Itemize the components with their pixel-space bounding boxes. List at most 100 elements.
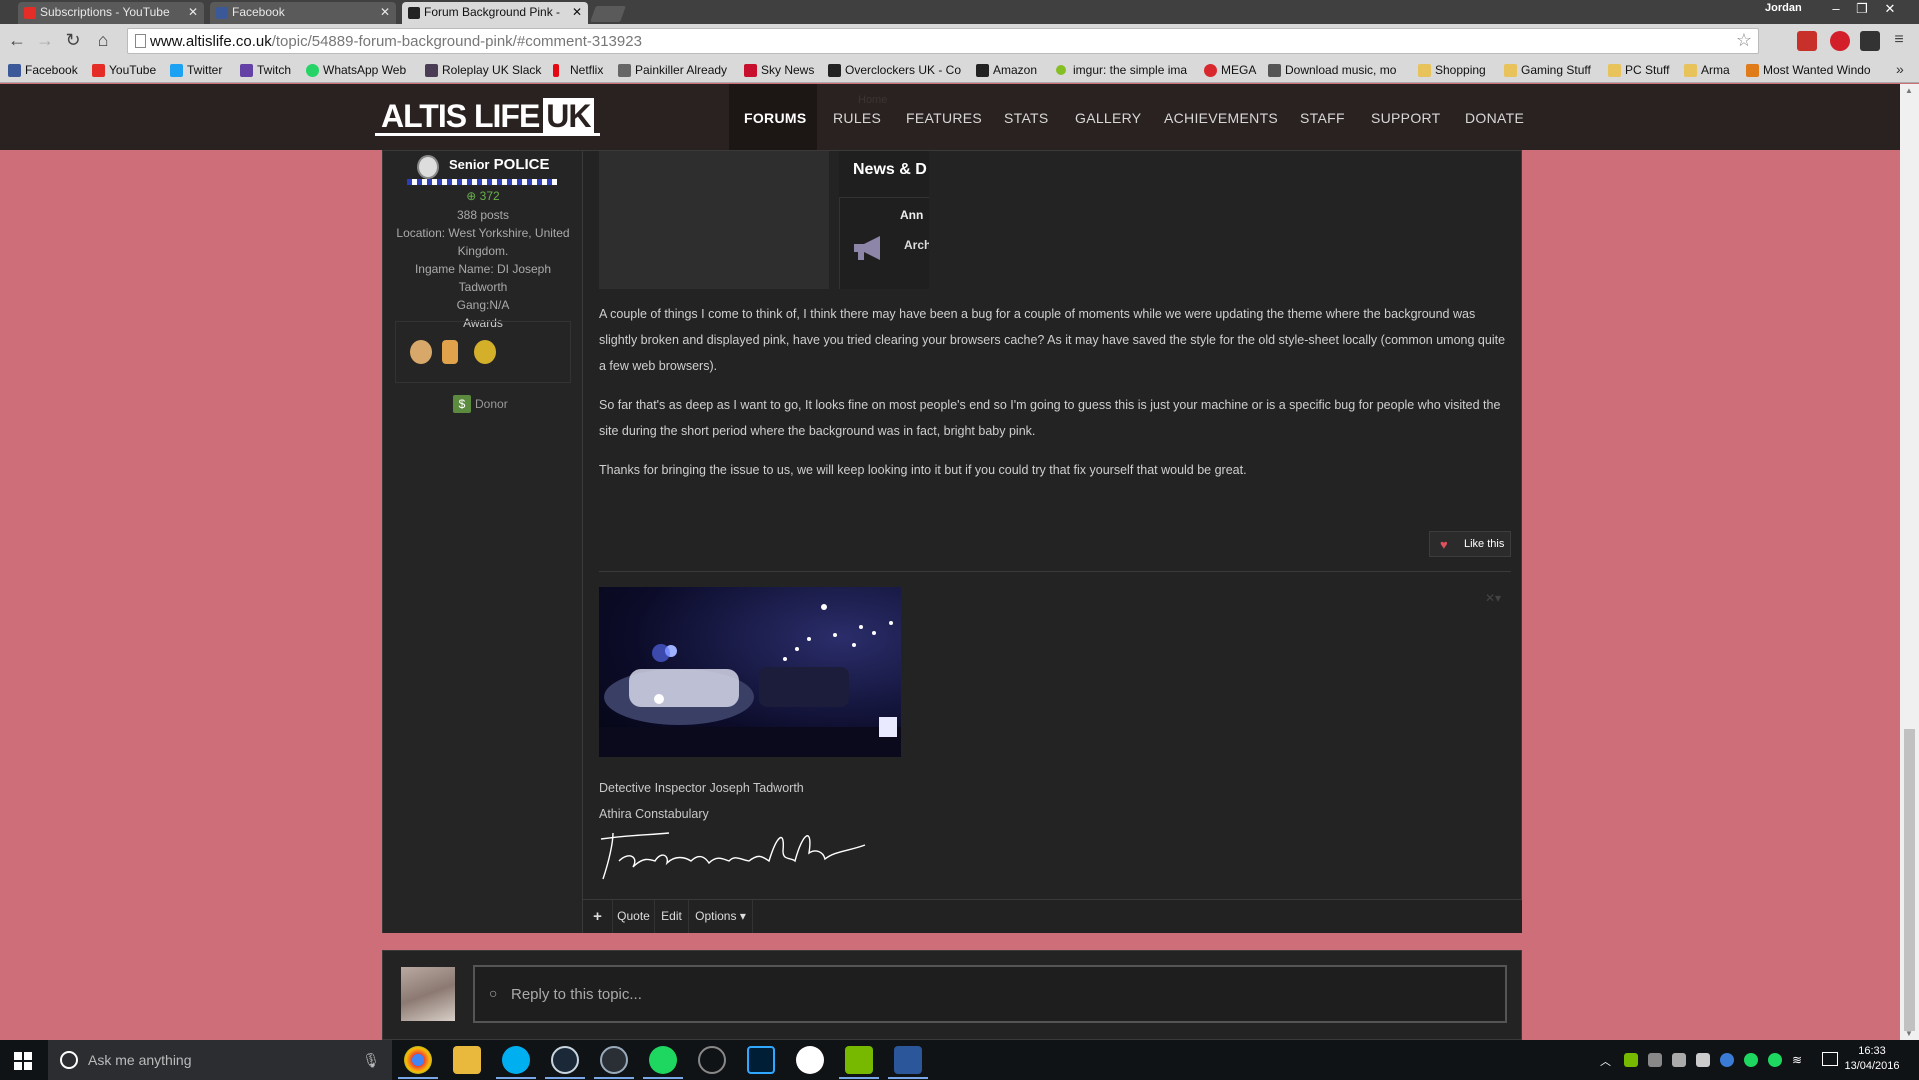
bookmark-folder-gaming[interactable]: Gaming Stuff [1504, 63, 1591, 77]
system-clock[interactable]: 16:33 13/04/2016 [1842, 1044, 1902, 1074]
award-officer-icon[interactable] [410, 340, 432, 364]
bookmark-painkiller[interactable]: Painkiller Already [618, 63, 727, 77]
nav-achievements[interactable]: ACHIEVEMENTS [1164, 110, 1278, 126]
steam-icon[interactable] [551, 1046, 579, 1074]
bookmark-netflix[interactable]: Netflix [553, 63, 603, 77]
windows-start-icon[interactable] [14, 1052, 32, 1070]
bookmark-download[interactable]: Download music, mo [1268, 63, 1396, 77]
bookmark-folder-arma[interactable]: Arma [1684, 63, 1730, 77]
spotify-tray-icon[interactable] [1768, 1053, 1782, 1067]
amazon-icon [976, 64, 989, 77]
nav-stats[interactable]: STATS [1004, 110, 1049, 126]
nav-gallery[interactable]: GALLERY [1075, 110, 1141, 126]
close-icon[interactable]: ✕ [380, 5, 390, 19]
bookmark-mega[interactable]: MEGA [1204, 63, 1256, 77]
tray-overflow-icon[interactable]: ︿ [1600, 1053, 1614, 1068]
tab-facebook[interactable]: Facebook ✕ [210, 2, 396, 24]
quote-button[interactable]: Quote [613, 900, 655, 933]
bookmark-twitter[interactable]: Twitter [170, 63, 222, 77]
bookmark-imgur[interactable]: imgur: the simple ima [1056, 63, 1187, 77]
site-logo[interactable]: ALTIS LIFE UK [375, 96, 600, 136]
extension-icon[interactable] [1860, 31, 1880, 51]
action-center-icon[interactable] [1822, 1052, 1838, 1066]
app-icon[interactable] [698, 1046, 726, 1074]
address-bar[interactable]: www.altislife.co.uk/topic/54889-forum-ba… [127, 28, 1759, 54]
tray-app-icon[interactable] [1720, 1053, 1734, 1067]
microphone-icon[interactable]: 🎙 [362, 1052, 380, 1069]
scroll-thumb[interactable] [1904, 729, 1915, 1031]
new-tab-button[interactable] [590, 6, 626, 22]
nvidia-icon[interactable] [845, 1046, 873, 1074]
bookmark-mostwanted[interactable]: Most Wanted Windo [1746, 63, 1871, 77]
like-button[interactable]: ♥ Like this [1429, 531, 1511, 557]
reply-input[interactable]: ○ Reply to this topic... [473, 965, 1507, 1023]
tray-app-icon[interactable] [1672, 1053, 1686, 1067]
bookmark-facebook[interactable]: Facebook [8, 63, 78, 77]
tray-app-icon[interactable] [1648, 1053, 1662, 1067]
nav-forums[interactable]: FORUMS [744, 110, 806, 126]
award-candle-icon[interactable] [442, 340, 458, 364]
bookmark-whatsapp[interactable]: WhatsApp Web [306, 63, 406, 77]
avatar[interactable] [401, 967, 455, 1021]
nav-staff[interactable]: STAFF [1300, 110, 1345, 126]
breadcrumb[interactable]: Home [858, 94, 887, 106]
word-icon[interactable] [894, 1046, 922, 1074]
award-medal-icon[interactable] [474, 340, 496, 364]
tab-youtube[interactable]: Subscriptions - YouTube ✕ [18, 2, 204, 24]
chrome-icon[interactable] [404, 1046, 432, 1074]
teamspeak-icon[interactable] [600, 1046, 628, 1074]
nav-donate[interactable]: DONATE [1465, 110, 1524, 126]
minimize-icon[interactable]: – [1822, 0, 1850, 20]
forward-icon[interactable]: → [34, 29, 56, 51]
scroll-up-arrow-icon[interactable]: ▲ [1905, 86, 1913, 95]
google-icon[interactable] [796, 1046, 824, 1074]
cortana-search[interactable]: Ask me anything 🎙 [48, 1040, 392, 1080]
restore-icon[interactable]: ❐ [1848, 0, 1876, 20]
photoshop-icon[interactable] [747, 1046, 775, 1074]
bookmark-amazon[interactable]: Amazon [976, 63, 1037, 77]
skype-icon[interactable] [502, 1046, 530, 1074]
embed-card[interactable]: News & D Ann Arch [839, 151, 929, 289]
browser-toolbar: ← → ↻ ⌂ www.altislife.co.uk/topic/54889-… [0, 24, 1919, 58]
file-explorer-icon[interactable] [453, 1046, 481, 1074]
bookmark-star-icon[interactable]: ☆ [1736, 30, 1752, 51]
edit-button[interactable]: Edit [655, 900, 689, 933]
options-dropdown[interactable]: Options ▾ [689, 900, 753, 933]
bookmarks-overflow-icon[interactable]: » [1896, 61, 1904, 77]
page-scrollbar[interactable]: ▲ ▼ [1900, 84, 1919, 1040]
author-ingame-name: Ingame Name: DI Joseph Tadworth [414, 262, 552, 294]
menu-icon[interactable]: ≡ [1888, 29, 1910, 51]
adblock-extension-icon[interactable] [1830, 31, 1850, 51]
bookmark-overclockers[interactable]: Overclockers UK - Co [828, 63, 961, 77]
rank-checker-stripe [407, 179, 557, 185]
close-icon[interactable]: ✕ [572, 5, 582, 19]
bookmark-skynews[interactable]: Sky News [744, 63, 814, 77]
slack-icon [425, 64, 438, 77]
back-icon[interactable]: ← [6, 29, 28, 51]
wifi-icon[interactable]: ≋ [1792, 1053, 1806, 1067]
tray-app-icon[interactable] [1744, 1053, 1758, 1067]
close-icon[interactable]: ✕▾ [1485, 591, 1501, 605]
reload-icon[interactable]: ↻ [62, 29, 84, 51]
bookmark-folder-pc[interactable]: PC Stuff [1608, 63, 1669, 77]
close-window-icon[interactable]: ✕ [1876, 0, 1904, 20]
bookmark-slack[interactable]: Roleplay UK Slack [425, 63, 541, 77]
multiquote-button[interactable]: + [583, 900, 613, 933]
bookmark-folder-shopping[interactable]: Shopping [1418, 63, 1486, 77]
home-icon[interactable]: ⌂ [92, 29, 114, 51]
close-icon[interactable]: ✕ [188, 5, 198, 19]
tab-forum[interactable]: Forum Background Pink - ✕ [402, 2, 588, 24]
nav-rules[interactable]: RULES [833, 110, 881, 126]
gmail-extension-icon[interactable] [1797, 31, 1817, 51]
profile-name[interactable]: Jordan [1765, 2, 1802, 14]
bookmark-twitch[interactable]: Twitch [240, 63, 291, 77]
spotify-icon[interactable] [649, 1046, 677, 1074]
nav-features[interactable]: FEATURES [906, 110, 982, 126]
tray-app-icon[interactable] [1696, 1053, 1710, 1067]
author-panel: Senior POLICE ⊕ 372 388 posts Location: … [383, 151, 583, 933]
bookmark-youtube[interactable]: YouTube [92, 63, 156, 77]
scroll-down-arrow-icon[interactable]: ▼ [1905, 1029, 1913, 1038]
nvidia-tray-icon[interactable] [1624, 1053, 1638, 1067]
url-text[interactable]: www.altislife.co.uk/topic/54889-forum-ba… [150, 33, 642, 50]
nav-support[interactable]: SUPPORT [1371, 110, 1441, 126]
